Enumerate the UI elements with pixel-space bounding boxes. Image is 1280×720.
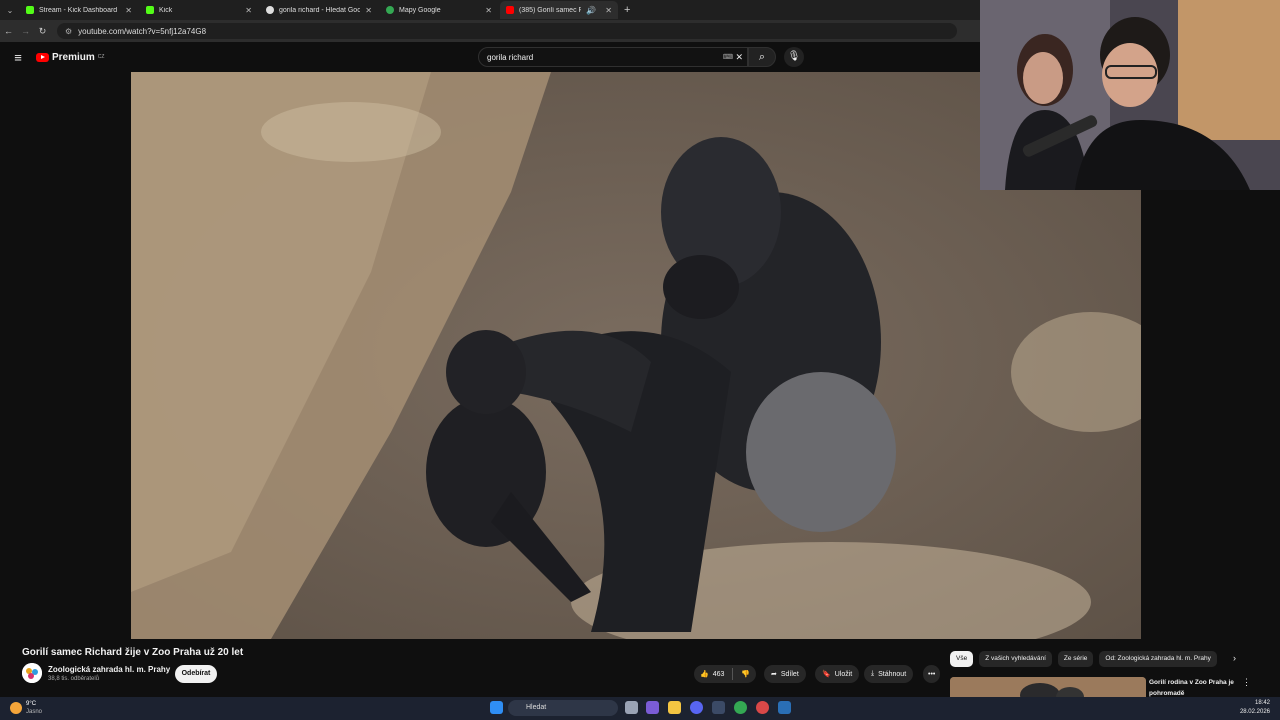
tab-kick[interactable]: Kick ✕: [140, 1, 258, 19]
tab-title: gorila richard - Hledat Googlem: [279, 6, 361, 14]
recommendation-thumbnail[interactable]: [950, 677, 1146, 697]
back-icon[interactable]: ←: [0, 26, 17, 36]
chip-from-searches[interactable]: Z vašich vyhledávání: [979, 651, 1052, 667]
recommendation-filter-chips: Vše Z vašich vyhledávání Ze série Od: Zo…: [950, 651, 1217, 667]
taskbar-search[interactable]: Hledat: [508, 700, 618, 716]
forward-icon[interactable]: →: [17, 26, 34, 36]
close-tab-icon[interactable]: ✕: [245, 6, 252, 15]
region-code: CZ: [97, 54, 105, 60]
file-explorer-icon[interactable]: [668, 701, 681, 714]
close-tab-icon[interactable]: ✕: [605, 6, 612, 15]
tab-title: Stream - Kick Dashboard: [39, 6, 118, 14]
address-bar: ← → ↻ ⚙ youtube.com/watch?v=5nfj12a74G8: [0, 20, 980, 42]
keyboard-icon[interactable]: ⌨: [723, 53, 733, 61]
more-actions-button[interactable]: •••: [923, 665, 941, 683]
tab-kick-dashboard[interactable]: Stream - Kick Dashboard ✕: [20, 1, 138, 19]
obs-icon[interactable]: [756, 701, 769, 714]
video-metadata: Gorilí samec Richard žije v Zoo Praha už…: [0, 639, 1280, 697]
url-text: youtube.com/watch?v=5nfj12a74G8: [78, 26, 207, 36]
weather-widget[interactable]: 9°C Jasno: [10, 700, 42, 716]
download-label: Stáhnout: [878, 670, 907, 678]
windows-start-icon[interactable]: [490, 701, 503, 714]
teams-icon[interactable]: [646, 701, 659, 714]
thumbs-up-icon: 👍: [700, 671, 709, 678]
subscribe-button[interactable]: Odebírat: [175, 665, 217, 683]
youtube-premium-logo[interactable]: Premium CZ: [36, 52, 104, 63]
tab-title: Mapy Google: [399, 6, 441, 14]
microphone-icon: 🎙: [787, 51, 801, 62]
recommendation-title[interactable]: Gorilí rodina v Zoo Praha je pohromadě: [1149, 677, 1239, 699]
voice-search-button[interactable]: 🎙: [784, 47, 804, 67]
webcam-frame: [980, 0, 1280, 190]
divider: [732, 668, 734, 680]
search-button[interactable]: ⌕: [748, 47, 776, 67]
app-icon[interactable]: [778, 701, 791, 714]
temperature: 9°C: [26, 701, 37, 707]
discord-icon[interactable]: [690, 701, 703, 714]
save-label: Uložit: [834, 670, 853, 678]
chip-series[interactable]: Ze série: [1057, 651, 1094, 667]
tab-google-maps[interactable]: Mapy Google ✕: [380, 1, 498, 19]
browser-tab-bar: ⌄ Stream - Kick Dashboard ✕ Kick ✕ goril…: [0, 0, 980, 20]
search-icon: ⌕: [758, 51, 766, 63]
taskbar-search-placeholder: Hledat: [526, 704, 547, 711]
more-icon: •••: [928, 670, 936, 678]
share-label: Sdílet: [780, 670, 799, 678]
subscriber-count: 38,8 tis. odběratelů: [48, 676, 100, 682]
clock-time: 18:42: [1254, 700, 1270, 706]
site-info-icon[interactable]: ⚙: [65, 27, 72, 36]
tab-youtube-active[interactable]: (385) Gorilí samec Richard ž 🔊 ✕: [500, 1, 618, 19]
menu-icon[interactable]: ≡: [0, 50, 36, 65]
channel-name[interactable]: Zoologická zahrada hl. m. Prahy: [48, 665, 170, 674]
chip-from-channel[interactable]: Od: Zoologická zahrada hl. m. Prahy: [1099, 651, 1217, 667]
task-view-icon[interactable]: [625, 701, 638, 714]
chip-all[interactable]: Vše: [950, 651, 974, 667]
new-tab-icon[interactable]: +: [624, 4, 630, 16]
video-title: Gorilí samec Richard žije v Zoo Praha už…: [22, 647, 244, 658]
search-query: gorila richard: [487, 52, 534, 62]
steam-icon[interactable]: [712, 701, 725, 714]
weather-condition: Jasno: [26, 709, 43, 715]
channel-avatar[interactable]: [22, 663, 42, 683]
clock-date: 28.02.2026: [1239, 709, 1270, 715]
logo-text: Premium: [52, 51, 95, 63]
close-tab-icon[interactable]: ✕: [125, 6, 132, 15]
clear-search-icon[interactable]: ✕: [735, 52, 743, 63]
zoo-logo-icon: [22, 663, 42, 683]
thumbnail-image: [950, 677, 1146, 697]
weather-sun-icon: [10, 702, 22, 714]
close-tab-icon[interactable]: ✕: [365, 6, 372, 15]
share-icon: ➦: [771, 671, 777, 678]
download-icon: ⤓: [871, 670, 875, 677]
save-button[interactable]: 🔖 Uložit: [815, 665, 860, 683]
system-tray-clock[interactable]: 18:42 28.02.2026: [1240, 699, 1270, 717]
download-button[interactable]: ⤓ Stáhnout: [864, 665, 914, 683]
url-field[interactable]: ⚙ youtube.com/watch?v=5nfj12a74G8: [57, 23, 957, 39]
youtube-logo-icon: [36, 52, 49, 62]
windows-taskbar: 9°C Jasno Hledat 18:42 28.02.2026: [0, 697, 1280, 720]
search-input[interactable]: gorila richard ⌨ ✕: [478, 47, 748, 67]
google-favicon-icon: [266, 6, 274, 14]
tab-title: Kick: [159, 6, 173, 14]
more-vertical-icon[interactable]: ⋮: [1242, 677, 1251, 688]
youtube-favicon-icon: [506, 6, 514, 14]
youtube-header: ≡ Premium CZ gorila richard ⌨ ✕ ⌕ 🎙: [0, 42, 980, 72]
tab-search-icon[interactable]: ⌄: [0, 6, 20, 15]
chevron-right-icon[interactable]: ›: [1233, 653, 1236, 663]
kick-favicon-icon: [26, 6, 34, 14]
tab-google-search[interactable]: gorila richard - Hledat Googlem ✕: [260, 1, 378, 19]
tab-title: (385) Gorilí samec Richard ž: [519, 6, 582, 14]
reload-icon[interactable]: ↻: [34, 26, 51, 37]
chrome-icon[interactable]: [734, 701, 747, 714]
kick-favicon-icon: [146, 6, 154, 14]
maps-favicon-icon: [386, 6, 394, 14]
bookmark-icon: 🔖: [822, 671, 831, 678]
like-count: 463: [712, 670, 725, 678]
share-button[interactable]: ➦ Sdílet: [764, 665, 806, 683]
streamer-webcam: [980, 0, 1280, 190]
speaker-icon[interactable]: 🔊: [586, 6, 596, 15]
close-tab-icon[interactable]: ✕: [485, 6, 492, 15]
thumbs-down-icon[interactable]: 👎: [741, 670, 750, 678]
like-button[interactable]: 👍 463 👎: [694, 665, 757, 683]
